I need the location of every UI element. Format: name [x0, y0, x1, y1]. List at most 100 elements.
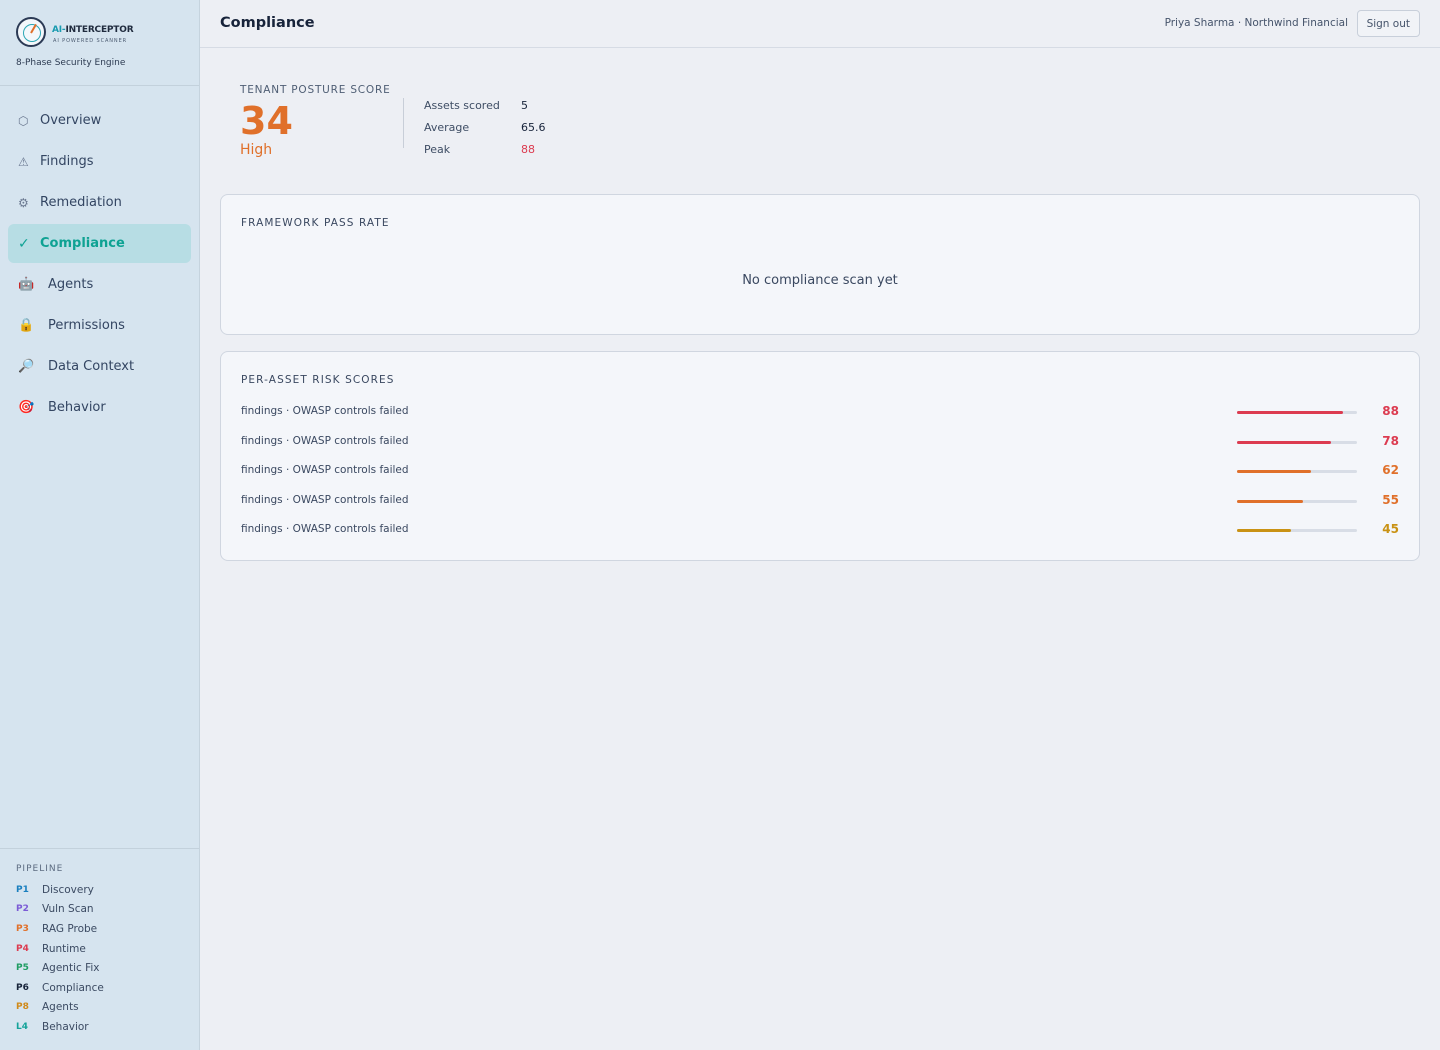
risk-score: 88: [1382, 404, 1399, 418]
stat-label: Assets scored: [424, 98, 500, 112]
pipeline-title: PIPELINE: [16, 864, 64, 874]
risk-bar-track: [1237, 440, 1357, 444]
pipeline-code: L4: [16, 1021, 28, 1032]
pipeline-label: Agentic Fix: [42, 962, 100, 975]
nav-item-overview[interactable]: ⬡ Overview: [8, 101, 191, 140]
framework-empty-state: No compliance scan yet: [742, 273, 898, 288]
engine-label: 8-Phase Security Engine: [16, 58, 126, 68]
pipeline-code: P6: [16, 982, 29, 993]
risk-bar-fill: [1237, 411, 1343, 414]
risk-row[interactable]: findings · OWASP controls failed 62: [241, 456, 1399, 486]
risk-bar-fill: [1237, 529, 1291, 533]
magnifier-icon: 🔎: [18, 359, 35, 374]
pipeline-label: RAG Probe: [42, 922, 98, 935]
pipeline-label: Compliance: [42, 981, 104, 994]
risk-asset-label: findings · OWASP controls failed: [241, 523, 409, 536]
risk-score: 62: [1382, 463, 1399, 478]
stat-label: Average: [424, 120, 470, 134]
nav-item-label: Agents: [48, 277, 94, 292]
pipeline-label: Runtime: [42, 942, 86, 955]
nav-item-findings[interactable]: ⚠ Findings: [8, 142, 191, 181]
risk-asset-label: findings · OWASP controls failed: [241, 405, 409, 417]
nav-item-permissions[interactable]: 🔒 Permissions: [8, 306, 191, 345]
nav-item-label: Compliance: [40, 236, 125, 251]
sidebar: AI-INTERCEPTOR AI POWERED SCANNER 8-Phas…: [0, 0, 200, 1050]
pipeline-item-p5[interactable]: P5 Agentic Fix: [16, 958, 199, 978]
posture-level: High: [240, 142, 273, 158]
risk-row[interactable]: findings · OWASP controls failed 78: [241, 427, 1399, 457]
robot-icon: 🤖: [18, 277, 35, 292]
posture-score-block: TENANT POSTURE SCORE 34 High: [240, 84, 391, 158]
stat-value: 88: [521, 142, 535, 156]
pipeline-code: P1: [16, 884, 29, 895]
logo-icon[interactable]: [16, 17, 46, 47]
pipeline-item-p4[interactable]: P4 Runtime: [16, 939, 199, 959]
risk-asset-label: findings · OWASP controls failed: [241, 434, 409, 447]
risk-bar-fill: [1237, 470, 1312, 474]
risk-asset-label: findings · OWASP controls failed: [241, 493, 409, 506]
pipeline-item-p8[interactable]: P8 Agents: [16, 998, 199, 1018]
pipeline-label: Discovery: [42, 883, 94, 896]
risk-row[interactable]: findings · OWASP controls failed 88: [241, 397, 1399, 427]
main-nav: ⬡ Overview ⚠ Findings ⚙ Remediation ✓ Complianc…: [0, 86, 199, 427]
nav-item-data-context[interactable]: 🔎 Data Context: [8, 347, 191, 386]
nav-item-behavior[interactable]: 🎯 Behavior: [8, 388, 191, 427]
risk-bar-fill: [1237, 499, 1303, 503]
risk-row[interactable]: findings · OWASP controls failed 45: [241, 515, 1399, 545]
nav-item-agents[interactable]: 🤖 Agents: [8, 265, 191, 304]
risk-bar-track: [1237, 499, 1357, 503]
lock-icon: 🔒: [18, 318, 35, 333]
risk-card-title: PER-ASSET RISK SCORES: [241, 374, 395, 386]
stat-average: Average 65.6: [424, 116, 546, 138]
risk-score: 45: [1382, 522, 1399, 537]
nav-item-label: Behavior: [48, 400, 106, 415]
nav-item-compliance[interactable]: ✓ Compliance: [8, 224, 191, 263]
posture-label: TENANT POSTURE SCORE: [240, 84, 391, 96]
nav-item-label: Findings: [40, 154, 94, 169]
risk-row[interactable]: findings · OWASP controls failed 55: [241, 486, 1399, 516]
pipeline-label: Vuln Scan: [42, 903, 94, 916]
stat-value: 5: [521, 98, 528, 112]
posture-stats: Assets scored 5 Average 65.6 Peak 88: [424, 94, 546, 160]
pipeline-panel: PIPELINE P1 Discovery P2 Vuln Scan P3 RAG Pro…: [0, 848, 199, 1037]
target-icon: 🎯: [18, 400, 35, 415]
stat-value: 65.6: [521, 120, 546, 134]
brand-tagline: AI POWERED SCANNER: [53, 38, 128, 44]
pipeline-item-p6[interactable]: P6 Compliance: [16, 978, 199, 998]
nav-item-remediation[interactable]: ⚙ Remediation: [8, 183, 191, 222]
pipeline-item-p1[interactable]: P1 Discovery: [16, 880, 199, 900]
risk-bar-track: [1237, 470, 1357, 474]
pipeline-code: P8: [16, 1002, 29, 1013]
risk-score: 55: [1382, 492, 1399, 507]
framework-card-title: FRAMEWORK PASS RATE: [241, 217, 390, 229]
pipeline-list: P1 Discovery P2 Vuln Scan P3 RAG Probe P4 Runti…: [16, 880, 199, 1037]
risk-asset-label: findings · OWASP controls failed: [241, 464, 409, 477]
brand-name: AI-INTERCEPTOR: [52, 25, 134, 35]
brand: AI-INTERCEPTOR AI POWERED SCANNER 8-Phas…: [0, 0, 199, 86]
stat-assets-scored: Assets scored 5: [424, 94, 546, 116]
per-asset-risk-card: PER-ASSET RISK SCORES findings · OWASP c…: [220, 351, 1420, 561]
risk-bar-fill: [1237, 440, 1331, 444]
risk-bar-track: [1237, 411, 1357, 414]
stat-label: Peak: [424, 142, 451, 156]
stat-peak: Peak 88: [424, 138, 546, 160]
pipeline-code: P4: [16, 943, 29, 954]
warning-icon: ⚠: [18, 154, 29, 169]
nav-item-label: Permissions: [48, 318, 125, 333]
nav-item-label: Data Context: [48, 359, 135, 374]
pipeline-code: P3: [16, 923, 29, 934]
check-icon: ✓: [18, 235, 30, 252]
pipeline-item-l4[interactable]: L4 Behavior: [16, 1017, 199, 1037]
pipeline-item-p3[interactable]: P3 RAG Probe: [16, 919, 199, 939]
pipeline-code: P5: [16, 963, 29, 974]
pipeline-code: P2: [16, 904, 29, 915]
brand-name-prefix: AI-: [52, 25, 66, 35]
risk-score: 78: [1382, 433, 1399, 448]
risk-list: findings · OWASP controls failed 88 findin…: [241, 397, 1399, 545]
pipeline-label: Agents: [42, 1001, 79, 1014]
user-info: Priya Sharma · Northwind Financial: [1164, 17, 1348, 29]
sign-out-button[interactable]: Sign out: [1356, 10, 1420, 37]
page-title: Compliance: [220, 15, 315, 31]
nav-item-label: Overview: [40, 113, 102, 128]
pipeline-item-p2[interactable]: P2 Vuln Scan: [16, 900, 199, 920]
